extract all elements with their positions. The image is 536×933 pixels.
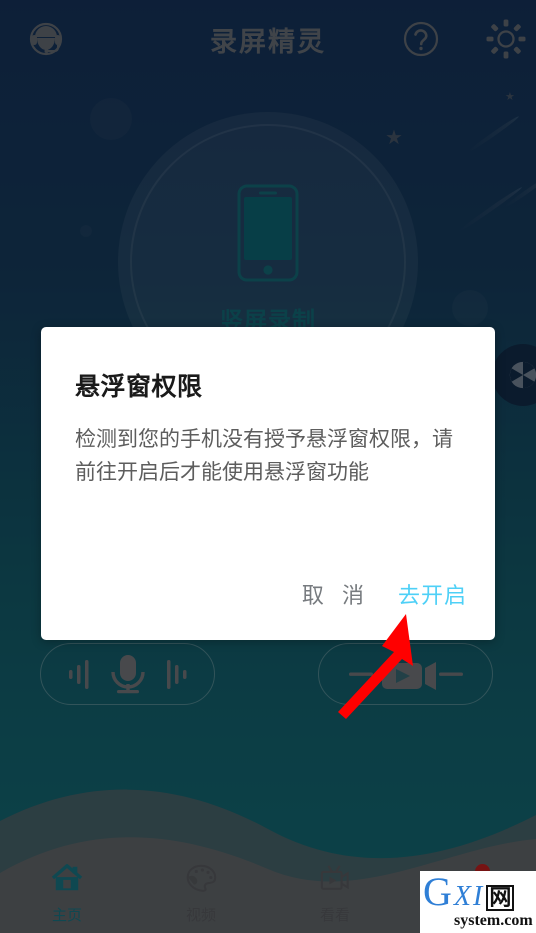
- dialog-actions: 取 消 去开启: [300, 574, 469, 614]
- watermark-cn: 网: [486, 885, 515, 911]
- go-enable-button[interactable]: 去开启: [396, 574, 469, 614]
- site-watermark: G XI 网 system.com: [420, 871, 536, 933]
- app-screen: ★ ★ 录屏精灵 竖屏录制 主页 视频 看看 悬浮窗权限 检测到您的手机没有授予…: [0, 0, 536, 933]
- watermark-domain: system.com: [454, 912, 533, 929]
- dialog-title: 悬浮窗权限: [75, 373, 203, 401]
- cancel-button[interactable]: 取 消: [300, 574, 372, 614]
- watermark-mid: XI: [453, 881, 485, 912]
- dialog-message: 检测到您的手机没有授予悬浮窗权限，请前往开启后才能使用悬浮窗功能: [75, 428, 453, 484]
- permission-dialog: 悬浮窗权限 检测到您的手机没有授予悬浮窗权限，请前往开启后才能使用悬浮窗功能 取…: [41, 327, 495, 640]
- watermark-letter: G: [423, 871, 452, 914]
